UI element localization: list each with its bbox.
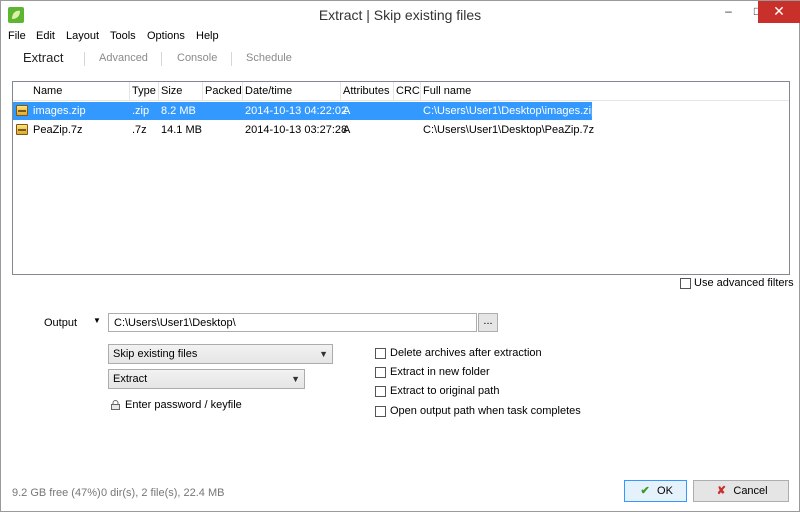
cell-type: .7z bbox=[132, 124, 147, 136]
tab-advanced[interactable]: Advanced bbox=[99, 52, 148, 64]
column-header-crc[interactable]: CRC bbox=[396, 85, 420, 97]
extract-original-path-label: Extract to original path bbox=[390, 385, 500, 397]
menu-edit[interactable]: Edit bbox=[36, 30, 55, 42]
lock-icon bbox=[111, 400, 120, 410]
open-output-path-label: Open output path when task completes bbox=[390, 405, 581, 417]
password-link[interactable]: Enter password / keyfile bbox=[125, 399, 242, 411]
column-header-attributes[interactable]: Attributes bbox=[343, 85, 389, 97]
menu-bar: File Edit Layout Tools Options Help bbox=[1, 29, 799, 46]
checkmark-icon: ✔ bbox=[640, 485, 650, 497]
cell-size: 8.2 MB bbox=[161, 105, 196, 117]
menu-options[interactable]: Options bbox=[147, 30, 185, 42]
extract-original-path-checkbox[interactable] bbox=[375, 386, 386, 397]
cell-fullname: C:\Users\User1\Desktop\PeaZip.7z bbox=[423, 124, 595, 136]
delete-archives-label: Delete archives after extraction bbox=[390, 347, 542, 359]
open-output-path-checkbox[interactable] bbox=[375, 406, 386, 417]
list-row[interactable]: PeaZip.7z .7z 14.1 MB 2014-10-13 03:27:2… bbox=[13, 121, 595, 139]
chevron-down-icon: ▼ bbox=[319, 349, 328, 359]
column-header-type[interactable]: Type bbox=[132, 85, 156, 97]
window-title: Extract | Skip existing files bbox=[318, 7, 482, 23]
advanced-filters-checkbox[interactable] bbox=[680, 278, 691, 289]
overwrite-mode-value: Skip existing files bbox=[113, 348, 198, 360]
cell-attributes: A bbox=[343, 105, 351, 117]
cell-fullname: C:\Users\User1\Desktop\images.zip bbox=[423, 105, 598, 117]
column-divider[interactable] bbox=[340, 82, 341, 101]
main-window: Extract | Skip existing files – □ ✕ File… bbox=[0, 0, 800, 512]
tab-divider bbox=[231, 52, 232, 66]
list-header: Name Type Size Packed Date/time Attribut… bbox=[13, 82, 789, 101]
column-divider[interactable] bbox=[202, 82, 203, 101]
column-header-datetime[interactable]: Date/time bbox=[245, 85, 292, 97]
tab-divider bbox=[161, 52, 162, 66]
ok-button[interactable]: ✔ OK bbox=[624, 480, 687, 502]
column-divider[interactable] bbox=[158, 82, 159, 101]
column-divider[interactable] bbox=[393, 82, 394, 101]
tab-console[interactable]: Console bbox=[177, 52, 217, 64]
close-button[interactable]: ✕ bbox=[758, 1, 800, 23]
ok-button-label: OK bbox=[657, 485, 673, 497]
extract-new-folder-checkbox[interactable] bbox=[375, 367, 386, 378]
column-header-fullname[interactable]: Full name bbox=[423, 85, 471, 97]
column-divider[interactable] bbox=[420, 82, 421, 101]
output-dropdown-icon[interactable]: ▼ bbox=[93, 316, 101, 325]
column-header-name[interactable]: Name bbox=[33, 85, 62, 97]
menu-file[interactable]: File bbox=[8, 30, 26, 42]
minimize-button[interactable]: – bbox=[714, 1, 743, 23]
extract-new-folder-label: Extract in new folder bbox=[390, 366, 490, 378]
cell-name: images.zip bbox=[33, 105, 86, 117]
cancel-button[interactable]: ✘ Cancel bbox=[693, 480, 789, 502]
cell-name: PeaZip.7z bbox=[33, 124, 83, 136]
menu-tools[interactable]: Tools bbox=[110, 30, 136, 42]
action-value: Extract bbox=[113, 373, 148, 385]
cell-size: 14.1 MB bbox=[161, 124, 202, 136]
browse-button[interactable]: ... bbox=[478, 313, 498, 332]
column-header-packed[interactable]: Packed bbox=[205, 85, 242, 97]
column-divider[interactable] bbox=[242, 82, 243, 101]
free-space-status: 9.2 GB free (47%) bbox=[12, 487, 101, 499]
cell-datetime: 2014-10-13 04:22:02 bbox=[245, 105, 348, 117]
archive-icon bbox=[16, 105, 28, 116]
cross-icon: ✘ bbox=[716, 485, 726, 497]
delete-archives-checkbox[interactable] bbox=[375, 348, 386, 359]
advanced-filters-label: Use advanced filters bbox=[694, 277, 794, 289]
column-header-size[interactable]: Size bbox=[161, 85, 182, 97]
cell-type: .zip bbox=[132, 105, 150, 117]
cell-datetime: 2014-10-13 03:27:28 bbox=[245, 124, 348, 136]
archive-list[interactable]: Name Type Size Packed Date/time Attribut… bbox=[12, 81, 790, 275]
menu-help[interactable]: Help bbox=[196, 30, 219, 42]
output-label: Output bbox=[44, 317, 78, 329]
column-divider[interactable] bbox=[129, 82, 130, 101]
selection-summary-status: 0 dir(s), 2 file(s), 22.4 MB bbox=[101, 487, 225, 499]
cancel-button-label: Cancel bbox=[733, 485, 768, 497]
menu-layout[interactable]: Layout bbox=[66, 30, 99, 42]
list-row[interactable]: images.zip .zip 8.2 MB 2014-10-13 04:22:… bbox=[13, 102, 597, 120]
overwrite-mode-select[interactable]: Skip existing files ▼ bbox=[108, 344, 333, 364]
cell-attributes: A bbox=[343, 124, 351, 136]
chevron-down-icon: ▼ bbox=[291, 374, 300, 384]
archive-icon bbox=[16, 124, 28, 135]
tab-divider bbox=[84, 52, 85, 66]
tab-extract[interactable]: Extract bbox=[23, 50, 63, 65]
tab-bar: Extract Advanced Console Schedule bbox=[1, 47, 799, 71]
tab-schedule[interactable]: Schedule bbox=[246, 52, 292, 64]
output-path-input[interactable] bbox=[108, 313, 477, 332]
title-bar: Extract | Skip existing files – □ ✕ bbox=[1, 1, 800, 30]
action-select[interactable]: Extract ▼ bbox=[108, 369, 305, 389]
